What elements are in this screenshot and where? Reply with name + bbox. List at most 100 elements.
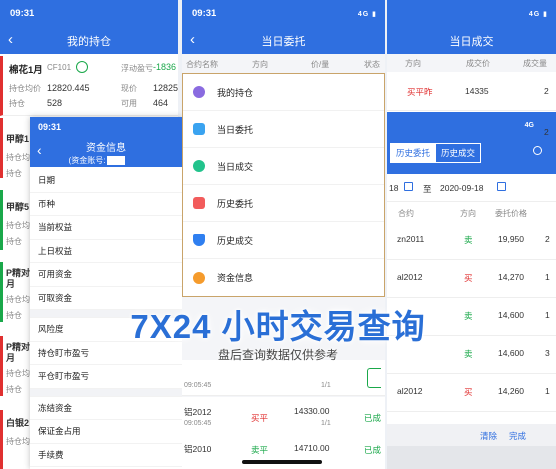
fund-row-frozen: 冻结资金 — [30, 396, 182, 420]
to-label: 至 — [423, 184, 432, 194]
order-status: 已成 — [364, 445, 382, 455]
hist-direction: 买 — [464, 387, 473, 397]
status-badge — [367, 368, 381, 388]
holding-card[interactable]: 棉花1月 CF101 浮动盈亏 -1836 持仓均价 12820.445 现价 … — [0, 56, 178, 116]
hist-qty: 1 — [545, 272, 550, 282]
user-icon — [193, 86, 205, 98]
date-to[interactable]: 2020-09-18 — [440, 183, 483, 193]
list-item: 持仓 — [6, 237, 22, 246]
hist-qty: 2 — [545, 234, 550, 244]
hist-price: 19,950 — [498, 234, 524, 244]
today-orders-panel: 09:31 4G ▮ ‹ 当日委托 合约名称 方向 价/量 状态 我的持仓 当日… — [182, 0, 385, 469]
col-status: 状态 — [364, 60, 380, 69]
refresh-icon[interactable] — [76, 61, 88, 73]
order-price: 14710.00 — [294, 443, 330, 453]
trades-columns: 方向 成交价 成交量 — [387, 54, 556, 72]
menu-history-trades[interactable]: 历史成交 — [183, 222, 384, 259]
history-columns: 合约 方向 委托价格 — [387, 202, 556, 222]
list-item: 持仓 — [6, 169, 22, 178]
menu-my-holdings[interactable]: 我的持仓 — [183, 74, 384, 111]
fund-row-equity: 当前权益 — [30, 216, 182, 240]
menu-history-orders[interactable]: 历史委托 — [183, 185, 384, 222]
col-order-price: 委托价格 — [495, 209, 527, 218]
nav-dropdown: 我的持仓 当日委托 当日成交 历史委托 历史成交 资金信息 — [182, 73, 385, 297]
search-icon[interactable] — [533, 146, 542, 155]
status-bar: 4G ▮ — [387, 0, 556, 27]
table-row[interactable]: zn2011 卖 19,950 2 — [387, 222, 556, 260]
list-item: 白银2 — [6, 418, 30, 428]
divider — [30, 388, 182, 397]
today-trades-panel: 4G ▮ 当日成交 方向 成交价 成交量 买平昨 14335 2 4G 历史委托… — [387, 0, 556, 469]
calendar-icon[interactable] — [497, 182, 506, 191]
shield-icon — [193, 234, 205, 246]
fund-row-available: 可用资金 — [30, 263, 182, 287]
banner-subline: 盘后查询数据仅供参考 — [217, 348, 338, 362]
trade-qty: 2 — [544, 127, 549, 137]
tab-history-trades[interactable]: 历史成交 — [435, 143, 482, 163]
fund-row-mtm-close: 平仓盯市盈亏 — [30, 365, 182, 389]
hist-contract: al2012 — [397, 272, 423, 282]
hist-price: 14,270 — [498, 272, 524, 282]
order-time: 09:05:45 — [184, 382, 212, 389]
list-item: 甲醇5 — [6, 202, 30, 212]
fund-row-currency: 币种 — [30, 192, 182, 216]
trade-qty: 2 — [544, 86, 549, 96]
tab-history-orders[interactable]: 历史委托 — [390, 143, 437, 163]
back-icon[interactable]: ‹ — [37, 142, 42, 158]
back-icon[interactable]: ‹ — [190, 32, 195, 47]
hold-label: 持仓 — [9, 99, 25, 108]
avail-label: 可用 — [121, 99, 137, 108]
table-row[interactable]: 买平昨 14335 2 — [387, 73, 556, 111]
list-item: 持仓均 — [6, 369, 30, 378]
calendar-icon[interactable] — [404, 182, 413, 191]
clear-button[interactable]: 清除 — [480, 430, 497, 442]
status-time: 09:31 — [192, 8, 217, 19]
order-contract: 铝2012 — [184, 407, 212, 417]
col-contract: 合约名称 — [186, 60, 218, 69]
page-title: 当日成交 — [449, 35, 494, 48]
order-qty: 1/1 — [321, 420, 331, 427]
network-label: 4G — [528, 10, 541, 18]
col-price: 成交价 — [466, 59, 490, 68]
orders-header: ‹ 当日委托 — [182, 27, 385, 54]
done-button[interactable]: 完成 — [509, 430, 526, 442]
order-direction: 买平 — [251, 413, 269, 423]
order-direction: 卖平 — [251, 445, 269, 455]
table-row[interactable]: 铝2012 09:05:45 买平 14330.00 1/1 已成 — [182, 397, 385, 441]
table-row[interactable]: 铝2010 卖平 14710.00 已成 — [182, 437, 385, 469]
signal-icon: 4G ▮ — [528, 10, 548, 18]
avail-value: 464 — [153, 98, 169, 108]
picker-area — [387, 446, 556, 469]
price-value: 12825 — [153, 83, 178, 93]
col-direction: 方向 — [460, 209, 476, 218]
network-label: 4G — [357, 10, 370, 18]
date-from[interactable]: 18 — [389, 183, 398, 193]
overlay-header: ‹ 资金信息 (资金账号: — [30, 137, 182, 167]
col-qty: 成交量 — [523, 59, 547, 68]
hist-direction: 卖 — [464, 235, 473, 245]
avg-price-label: 持仓均价 — [9, 84, 41, 93]
picker-toolbar: 清除 完成 — [387, 424, 556, 446]
table-row[interactable]: al2012 买 14,260 1 — [387, 374, 556, 412]
hist-direction: 买 — [464, 273, 473, 283]
order-status: 已成 — [364, 413, 382, 423]
menu-today-orders[interactable]: 当日委托 — [183, 111, 384, 148]
col-contract: 合约 — [398, 209, 414, 218]
avg-price-value: 12820.445 — [47, 83, 90, 93]
account-label: (资金账号: — [68, 156, 106, 165]
order-price: 14330.00 — [294, 406, 330, 416]
float-pl-label: 浮动盈亏 — [121, 64, 153, 73]
hist-contract: al2012 — [397, 386, 423, 396]
history-header: 4G 历史委托 历史成交 — [387, 112, 556, 174]
trade-direction: 买平昨 — [407, 87, 433, 97]
price-label: 现价 — [121, 84, 137, 93]
check-badge-icon — [193, 160, 205, 172]
banner-headline: 7X24 小时交易查询 — [130, 308, 426, 345]
back-icon[interactable]: ‹ — [8, 32, 13, 47]
list-item: 持仓均 — [6, 221, 30, 230]
menu-today-trades[interactable]: 当日成交 — [183, 148, 384, 185]
fund-row-prev-equity: 上日权益 — [30, 239, 182, 263]
orders-columns: 合约名称 方向 价/量 状态 — [182, 54, 385, 73]
fund-row-date: 日期 — [30, 169, 182, 193]
order-contract: 铝2010 — [184, 444, 212, 454]
